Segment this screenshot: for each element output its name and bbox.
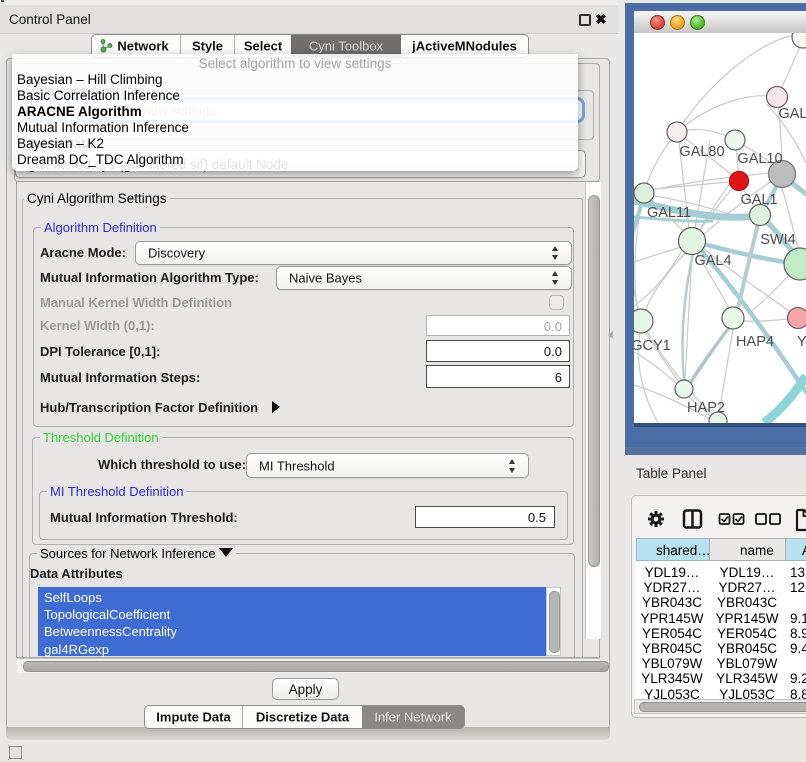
svg-text:GAL1: GAL1	[740, 192, 777, 208]
svg-text:GAL11: GAL11	[647, 205, 691, 221]
svg-text:GCY1: GCY1	[634, 338, 671, 354]
svg-text:SWI4: SWI4	[760, 232, 795, 248]
svg-text:GAL4: GAL4	[694, 253, 731, 269]
svg-text:GAL80: GAL80	[679, 144, 724, 160]
svg-text:HAP2: HAP2	[687, 400, 725, 416]
svg-text:GAL10: GAL10	[737, 151, 782, 167]
svg-text:YL: YL	[797, 334, 806, 350]
svg-text:HAP4: HAP4	[736, 334, 774, 350]
svg-text:GAL7: GAL7	[778, 106, 806, 122]
